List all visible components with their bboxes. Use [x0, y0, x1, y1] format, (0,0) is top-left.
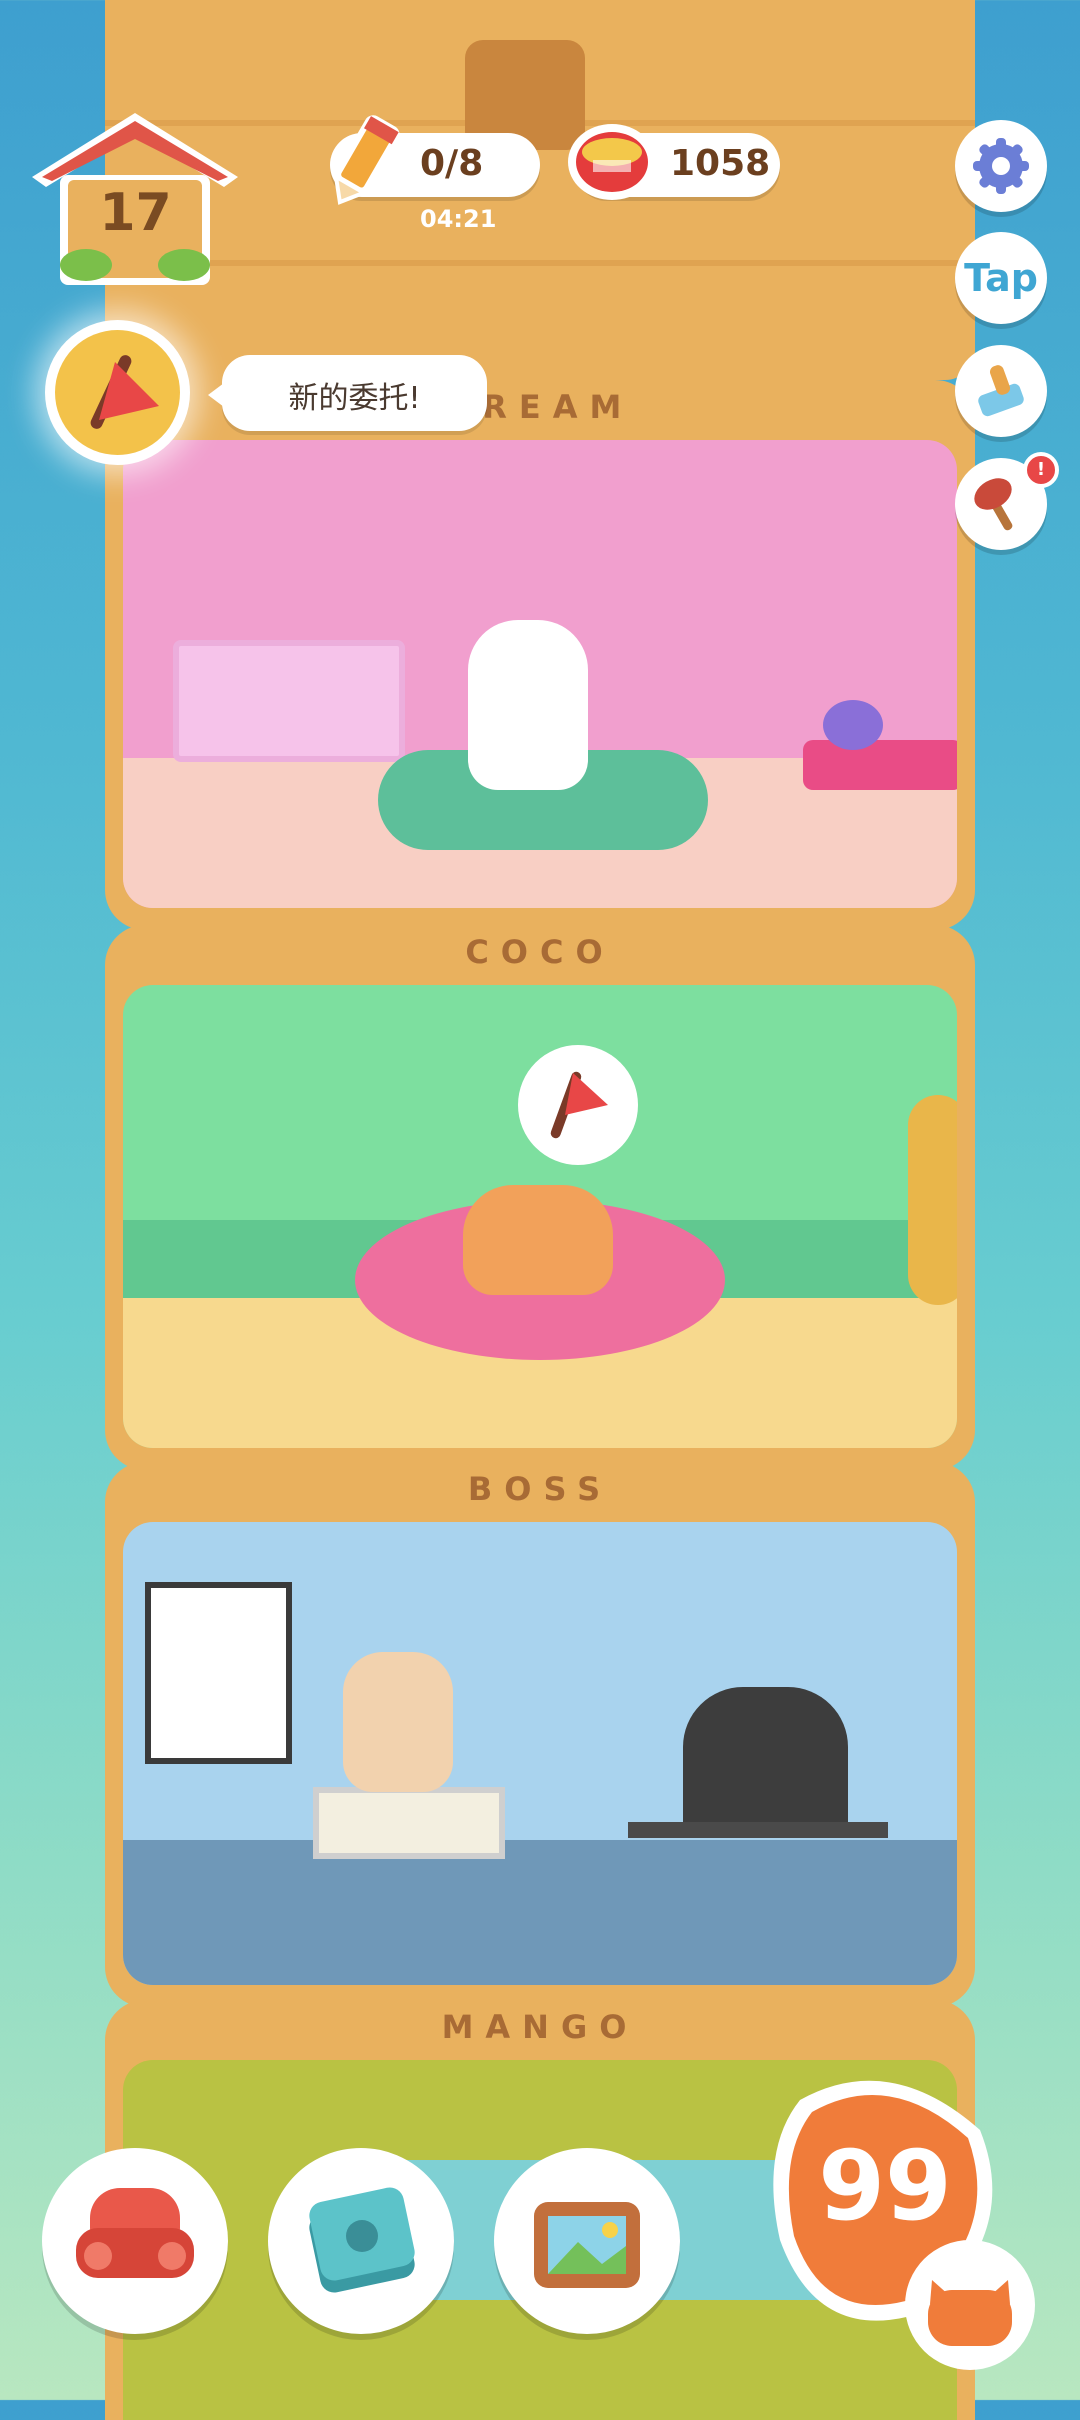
- cat-cream[interactable]: [468, 620, 588, 790]
- alert-icon: !: [1023, 452, 1059, 488]
- room-boss[interactable]: [123, 1522, 957, 1985]
- catbook-button[interactable]: [268, 2148, 454, 2334]
- office-floor: [123, 1840, 957, 1985]
- drawer-stand: [313, 1787, 505, 1859]
- tap-button[interactable]: Tap: [955, 232, 1047, 324]
- house-level-badge[interactable]: 17: [28, 105, 243, 295]
- room-coco[interactable]: [123, 985, 957, 1448]
- floor-cream[interactable]: CREAM: [105, 380, 975, 930]
- surfboard: [908, 1095, 957, 1305]
- floor-label: COCO: [465, 933, 615, 971]
- armchair-icon: [76, 2188, 194, 2278]
- paw-notebook-icon: [309, 2187, 415, 2293]
- settings-button[interactable]: [955, 120, 1047, 212]
- plunger-button[interactable]: !: [955, 452, 1059, 550]
- points-count: 99: [818, 2130, 952, 2242]
- flag-icon: [90, 355, 159, 429]
- room-cream[interactable]: [123, 440, 957, 908]
- paint-button[interactable]: [955, 345, 1047, 437]
- chart-poster: [145, 1582, 292, 1764]
- paint-brush-icon: [978, 365, 1024, 417]
- furniture-button[interactable]: [42, 2148, 228, 2334]
- yarn-basket: [803, 740, 957, 790]
- floor-label: MANGO: [441, 2008, 639, 2046]
- requests-count: 0/8: [420, 143, 484, 184]
- house-level: 17: [99, 183, 172, 243]
- cat-face-icon: [928, 2280, 1012, 2346]
- floor-coco[interactable]: COCO: [105, 925, 975, 1470]
- desk: [628, 1822, 888, 1838]
- pencil-icon: [333, 115, 400, 205]
- cat-boss[interactable]: [343, 1652, 453, 1792]
- cat-face-button[interactable]: [905, 2240, 1035, 2370]
- speech-text: 新的委托!: [288, 381, 421, 416]
- picture-frame-icon: [534, 2202, 640, 2288]
- requests-timer: 04:21: [420, 205, 497, 233]
- gear-icon: [973, 138, 1029, 194]
- yarn-ball: [823, 700, 883, 750]
- tap-icon: Tap: [964, 256, 1038, 300]
- office-chair: [683, 1687, 848, 1837]
- floor-label: BOSS: [467, 1470, 613, 1508]
- request-speech-bubble[interactable]: 新的委托!: [208, 355, 487, 431]
- new-request-button[interactable]: [45, 320, 190, 465]
- gallery-button[interactable]: [494, 2148, 680, 2334]
- request-bubble[interactable]: [518, 1045, 638, 1165]
- plunger-icon: [974, 478, 1013, 531]
- tuna-can-icon: [568, 124, 656, 200]
- cat-coco[interactable]: [463, 1185, 613, 1295]
- pink-dresser: [173, 640, 405, 762]
- coin-amount: 1058: [670, 143, 771, 184]
- floor-boss[interactable]: BOSS: [105, 1462, 975, 2007]
- flag-icon: [550, 1071, 608, 1139]
